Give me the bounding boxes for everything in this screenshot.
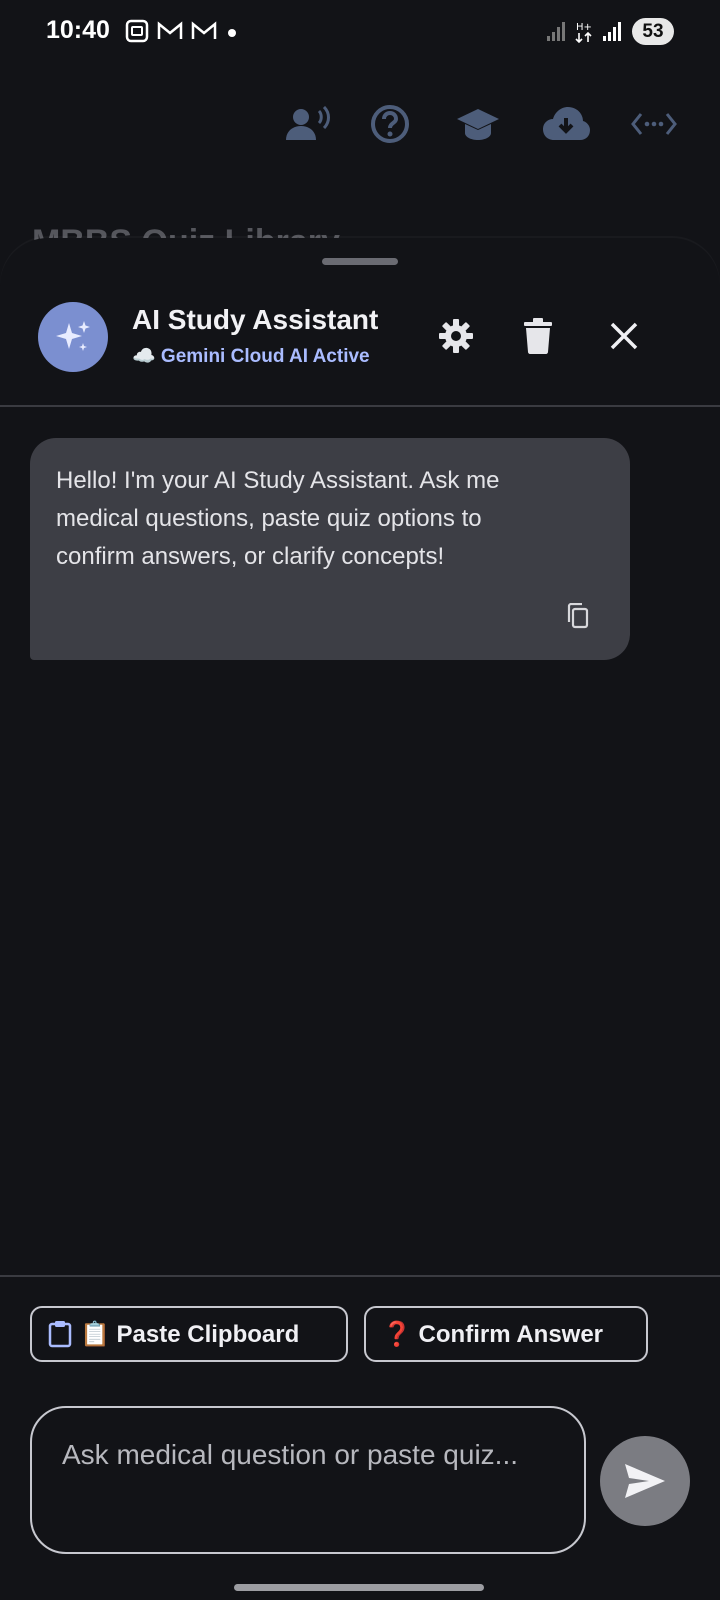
settings-button[interactable] xyxy=(430,310,482,362)
status-time: 10:40 xyxy=(46,16,110,44)
notification-dot xyxy=(228,29,236,37)
signal-icon xyxy=(603,22,621,41)
screenshot-icon xyxy=(125,19,149,43)
delete-chat-button[interactable] xyxy=(512,310,564,362)
svg-text:H+: H+ xyxy=(576,22,592,33)
voice-user-icon[interactable] xyxy=(280,96,336,152)
message-text: Hello! I'm your AI Study Assistant. Ask … xyxy=(56,467,500,570)
copy-icon xyxy=(567,603,589,629)
status-app-icons xyxy=(124,18,218,44)
confirm-answer-label: ❓ Confirm Answer xyxy=(382,1320,604,1348)
signal-icon xyxy=(547,22,565,41)
message-input-container xyxy=(30,1406,586,1554)
paste-clipboard-label: 📋 Paste Clipboard xyxy=(80,1320,300,1348)
close-icon xyxy=(610,322,638,350)
data-icon: H+ xyxy=(575,22,592,44)
battery-indicator: 53 xyxy=(632,18,674,45)
code-dots-icon[interactable] xyxy=(626,96,682,152)
sparkle-icon xyxy=(56,321,90,351)
send-button[interactable] xyxy=(600,1436,690,1526)
gesture-nav-bar[interactable] xyxy=(234,1584,484,1591)
graduation-cap-icon[interactable] xyxy=(450,96,506,152)
status-bar: 10:40 H+ 53 xyxy=(0,0,720,64)
background-page-title: MBBS Quiz Library xyxy=(32,218,340,240)
message-input[interactable] xyxy=(60,1430,544,1534)
gmail-icon xyxy=(191,21,217,39)
app-toolbar xyxy=(0,96,720,152)
copy-message-button[interactable] xyxy=(558,596,598,636)
composer-divider xyxy=(0,1275,720,1277)
ai-status-label: ☁️ Gemini Cloud AI Active xyxy=(132,346,370,367)
sheet-title: AI Study Assistant xyxy=(132,304,379,335)
settings-icon xyxy=(439,319,473,353)
header-divider xyxy=(0,405,720,407)
assistant-avatar xyxy=(38,302,108,372)
cloud-download-icon[interactable] xyxy=(538,96,594,152)
help-icon[interactable] xyxy=(362,96,418,152)
paste-clipboard-button[interactable]: 📋 Paste Clipboard xyxy=(30,1306,348,1362)
assistant-message-bubble: Hello! I'm your AI Study Assistant. Ask … xyxy=(30,438,630,660)
send-icon xyxy=(625,1464,665,1498)
delete-icon xyxy=(524,318,552,354)
close-button[interactable] xyxy=(598,310,650,362)
drag-handle[interactable] xyxy=(322,258,398,265)
clipboard-icon xyxy=(48,1321,72,1348)
gmail-icon xyxy=(157,21,183,39)
confirm-answer-button[interactable]: ❓ Confirm Answer xyxy=(364,1306,648,1362)
